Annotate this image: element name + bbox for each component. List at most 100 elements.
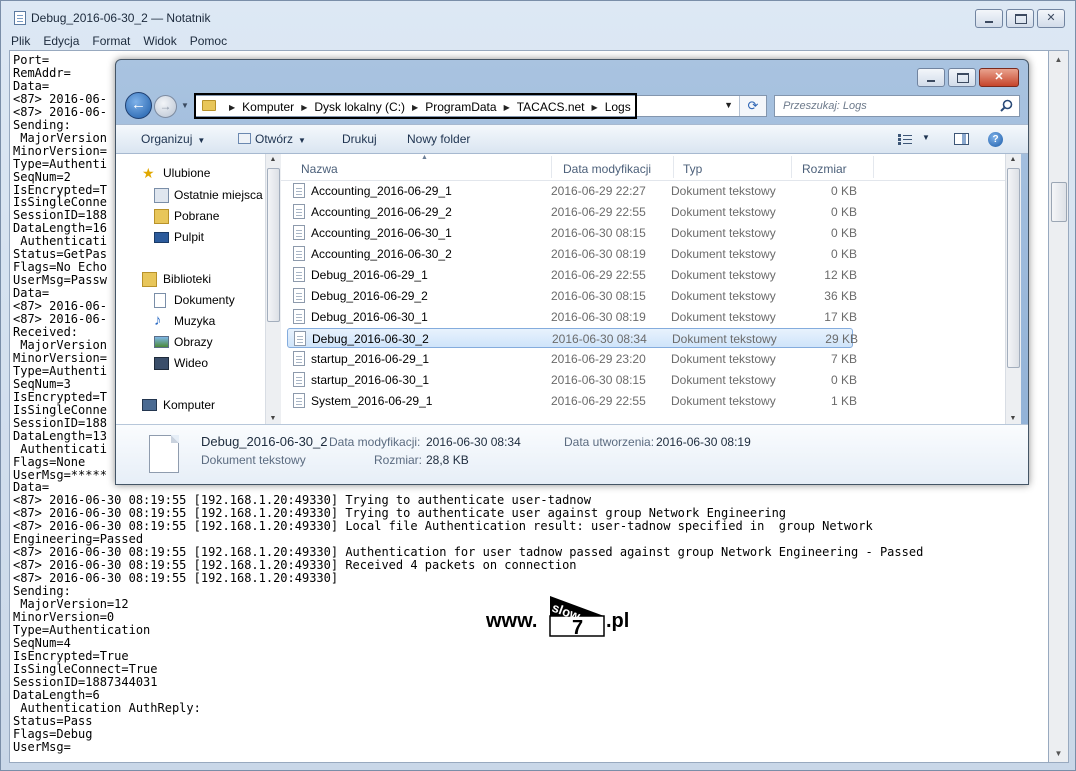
notepad-close-button[interactable] — [1037, 9, 1065, 28]
search-icon[interactable] — [1000, 99, 1013, 112]
menu-view[interactable]: Widok — [141, 31, 178, 49]
notepad-minimize-button[interactable] — [975, 9, 1003, 28]
menu-edit[interactable]: Edycja — [41, 31, 81, 49]
scroll-up-icon[interactable]: ▲ — [1006, 156, 1020, 163]
preview-pane-icon[interactable] — [954, 133, 969, 145]
menu-format[interactable]: Format — [90, 31, 132, 49]
file-row[interactable]: System_2016-06-29_1 2016-06-29 22:55 Dokum… — [287, 391, 857, 411]
file-type: Dokument tekstowy — [671, 394, 776, 408]
text-line: Sending: — [13, 584, 71, 599]
file-row[interactable]: Accounting_2016-06-30_1 2016-06-30 08:15 D… — [287, 223, 857, 243]
details-modified-value: 2016-06-30 08:34 — [426, 435, 521, 449]
text-line: SessionID=1887344031 — [13, 674, 158, 689]
scroll-down-icon[interactable]: ▼ — [266, 415, 280, 422]
desktop-icon — [154, 232, 169, 243]
file-row[interactable]: Accounting_2016-06-29_1 2016-06-29 22:27 D… — [287, 181, 857, 201]
view-options-chevron-icon[interactable]: ▼ — [922, 133, 930, 142]
text-line: Authentication AuthReply: — [13, 700, 201, 715]
column-headers: ▲ Nazwa Data modyfikacji Typ Rozmiar — [281, 154, 1005, 181]
organize-button[interactable]: Organizuj ▼ — [141, 132, 205, 146]
navigation-buttons: ← → ▼ — [125, 92, 193, 120]
text-file-icon — [293, 309, 305, 324]
help-icon[interactable]: ? — [988, 132, 1003, 147]
file-list-scrollbar[interactable]: ▲ ▼ — [1005, 154, 1021, 424]
file-row[interactable]: startup_2016-06-30_1 2016-06-30 08:15 Doku… — [287, 370, 857, 390]
back-arrow-icon[interactable]: ← — [125, 92, 152, 119]
column-type[interactable]: Typ — [683, 162, 702, 176]
chevron-down-icon: ▼ — [197, 136, 206, 145]
text-line: IsSingleConnect=True — [13, 661, 158, 676]
file-type: Dokument tekstowy — [671, 352, 776, 366]
menu-help[interactable]: Pomoc — [188, 31, 229, 49]
text-file-icon — [293, 372, 305, 387]
notepad-vertical-scrollbar[interactable]: ▲ ▼ — [1049, 50, 1069, 763]
file-row[interactable]: startup_2016-06-29_1 2016-06-29 23:20 Doku… — [287, 349, 857, 369]
file-modified: 2016-06-30 08:19 — [551, 310, 646, 324]
text-line: Flags=Debug — [13, 726, 93, 741]
scroll-thumb[interactable] — [1007, 168, 1020, 368]
change-view-icon[interactable] — [898, 134, 912, 145]
notepad-maximize-button[interactable] — [1006, 9, 1034, 28]
address-highlight-box — [194, 93, 637, 119]
file-row[interactable]: Accounting_2016-06-29_2 2016-06-29 22:55 D… — [287, 202, 857, 222]
details-size-label: Rozmiar: — [374, 453, 423, 467]
file-size: 12 KB — [824, 268, 857, 282]
file-type: Dokument tekstowy — [671, 268, 776, 282]
file-row[interactable]: Debug_2016-06-30_1 2016-06-30 08:19 Dokume… — [287, 307, 857, 327]
scroll-down-icon[interactable]: ▼ — [1049, 745, 1068, 762]
pictures-icon — [154, 336, 169, 348]
file-modified: 2016-06-30 08:19 — [551, 247, 646, 261]
details-created-value: 2016-06-30 08:19 — [656, 435, 751, 449]
text-file-icon — [293, 267, 305, 282]
explorer-minimize-button[interactable] — [917, 68, 945, 87]
file-name: Accounting_2016-06-29_1 — [311, 184, 452, 198]
navigation-pane-scrollbar[interactable]: ▲ ▼ — [265, 154, 281, 424]
column-modified[interactable]: Data modyfikacji — [563, 162, 651, 176]
explorer-close-button[interactable] — [979, 68, 1019, 87]
menu-file[interactable]: Plik — [9, 31, 32, 49]
file-row[interactable]: Debug_2016-06-30_2 2016-06-30 08:34 Dokume… — [287, 328, 858, 348]
new-folder-button[interactable]: Nowy folder — [407, 132, 470, 146]
text-file-icon — [293, 288, 305, 303]
file-name: startup_2016-06-30_1 — [311, 373, 430, 387]
print-button[interactable]: Drukuj — [342, 132, 377, 146]
column-size[interactable]: Rozmiar — [802, 162, 847, 176]
refresh-icon[interactable]: ⟳ — [739, 96, 766, 116]
file-row[interactable]: Debug_2016-06-29_2 2016-06-30 08:15 Dokume… — [287, 286, 857, 306]
column-name[interactable]: Nazwa — [301, 162, 338, 176]
file-size: 0 KB — [830, 373, 857, 387]
recent-pages-chevron-icon[interactable]: ▼ — [181, 101, 189, 110]
scroll-thumb[interactable] — [1051, 182, 1067, 222]
address-bar[interactable]: ▶ Komputer ▶ Dysk lokalny (C:) ▶ Program… — [194, 93, 767, 119]
file-row[interactable]: Accounting_2016-06-30_2 2016-06-30 08:19 D… — [287, 244, 857, 264]
open-button[interactable]: Otwórz ▼ — [238, 132, 306, 146]
recent-places-icon — [154, 188, 169, 203]
scroll-up-icon[interactable]: ▲ — [266, 156, 280, 163]
notepad-title-bar[interactable]: Debug_2016-06-30_2 — Notatnik — [1, 1, 1075, 31]
file-modified: 2016-06-29 23:20 — [551, 352, 646, 366]
scroll-thumb[interactable] — [267, 168, 280, 322]
details-modified-label: Data modyfikacji: — [329, 435, 421, 449]
scroll-up-icon[interactable]: ▲ — [1049, 51, 1068, 68]
file-modified: 2016-06-30 08:15 — [551, 373, 646, 387]
address-dropdown-icon[interactable]: ▼ — [724, 100, 733, 110]
text-line: UserMsg= — [13, 739, 71, 754]
forward-arrow-icon[interactable]: → — [154, 95, 177, 118]
file-type: Dokument tekstowy — [672, 332, 777, 346]
explorer-maximize-button[interactable] — [948, 68, 976, 87]
search-input[interactable]: Przeszukaj: Logs — [774, 95, 1020, 117]
file-size: 0 KB — [830, 205, 857, 219]
scroll-down-icon[interactable]: ▼ — [1006, 415, 1020, 422]
file-size: 1 KB — [830, 394, 857, 408]
file-modified: 2016-06-29 22:55 — [551, 394, 646, 408]
file-row[interactable]: Debug_2016-06-29_1 2016-06-29 22:55 Dokume… — [287, 265, 857, 285]
file-type: Dokument tekstowy — [671, 373, 776, 387]
open-icon — [238, 133, 251, 144]
details-size-value: 28,8 KB — [426, 453, 469, 467]
notepad-title: Debug_2016-06-30_2 — Notatnik — [31, 11, 211, 25]
watermark-prefix: www. — [486, 610, 538, 632]
text-line: SeqNum=4 — [13, 635, 71, 650]
file-type: Dokument tekstowy — [671, 289, 776, 303]
details-file-type: Dokument tekstowy — [201, 453, 306, 467]
notepad-icon — [14, 11, 26, 25]
